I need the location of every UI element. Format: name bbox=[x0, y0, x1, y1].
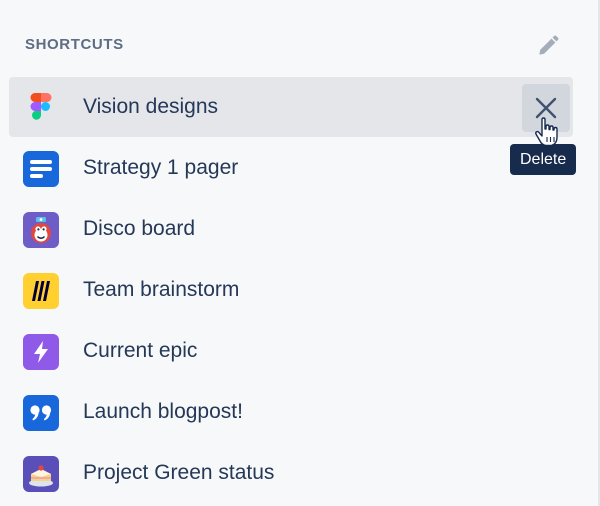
edit-shortcuts-button[interactable] bbox=[532, 30, 564, 62]
shortcut-current-epic[interactable]: Current epic bbox=[9, 321, 573, 381]
shortcut-label: Launch blogpost! bbox=[83, 400, 243, 423]
delete-tooltip: Delete bbox=[510, 144, 577, 175]
document-lines-icon bbox=[23, 151, 59, 187]
shortcuts-title: SHORTCUTS bbox=[25, 36, 124, 53]
shortcut-project-green-status[interactable]: Project Green status bbox=[9, 443, 573, 503]
shortcut-strategy-1-pager[interactable]: Strategy 1 pager bbox=[9, 138, 573, 198]
shortcut-label: Vision designs bbox=[83, 95, 219, 118]
delete-shortcut-button[interactable] bbox=[522, 84, 570, 132]
figma-logo-icon bbox=[23, 90, 59, 126]
shortcuts-panel: SHORTCUTS Vision designs Strategy 1 page… bbox=[0, 0, 600, 506]
shortcut-label: Team brainstorm bbox=[83, 278, 240, 301]
quote-marks-icon bbox=[23, 395, 59, 431]
disco-board-emoji-icon bbox=[23, 212, 59, 248]
cake-emoji-icon bbox=[23, 456, 59, 492]
shortcuts-header: SHORTCUTS bbox=[24, 34, 574, 56]
shortcut-label: Current epic bbox=[83, 339, 198, 362]
pencil-icon bbox=[539, 35, 559, 55]
shortcut-team-brainstorm[interactable]: Team brainstorm bbox=[9, 260, 573, 320]
shortcut-disco-board[interactable]: Disco board bbox=[9, 199, 573, 259]
shortcut-label: Strategy 1 pager bbox=[83, 156, 239, 179]
shortcut-label: Disco board bbox=[83, 217, 196, 240]
close-icon bbox=[535, 97, 557, 119]
shortcut-label: Project Green status bbox=[83, 461, 275, 484]
miro-logo-icon bbox=[23, 273, 59, 309]
shortcut-vision-designs[interactable]: Vision designs bbox=[9, 77, 573, 137]
lightning-bolt-icon bbox=[23, 334, 59, 370]
shortcut-launch-blogpost[interactable]: Launch blogpost! bbox=[9, 382, 573, 442]
